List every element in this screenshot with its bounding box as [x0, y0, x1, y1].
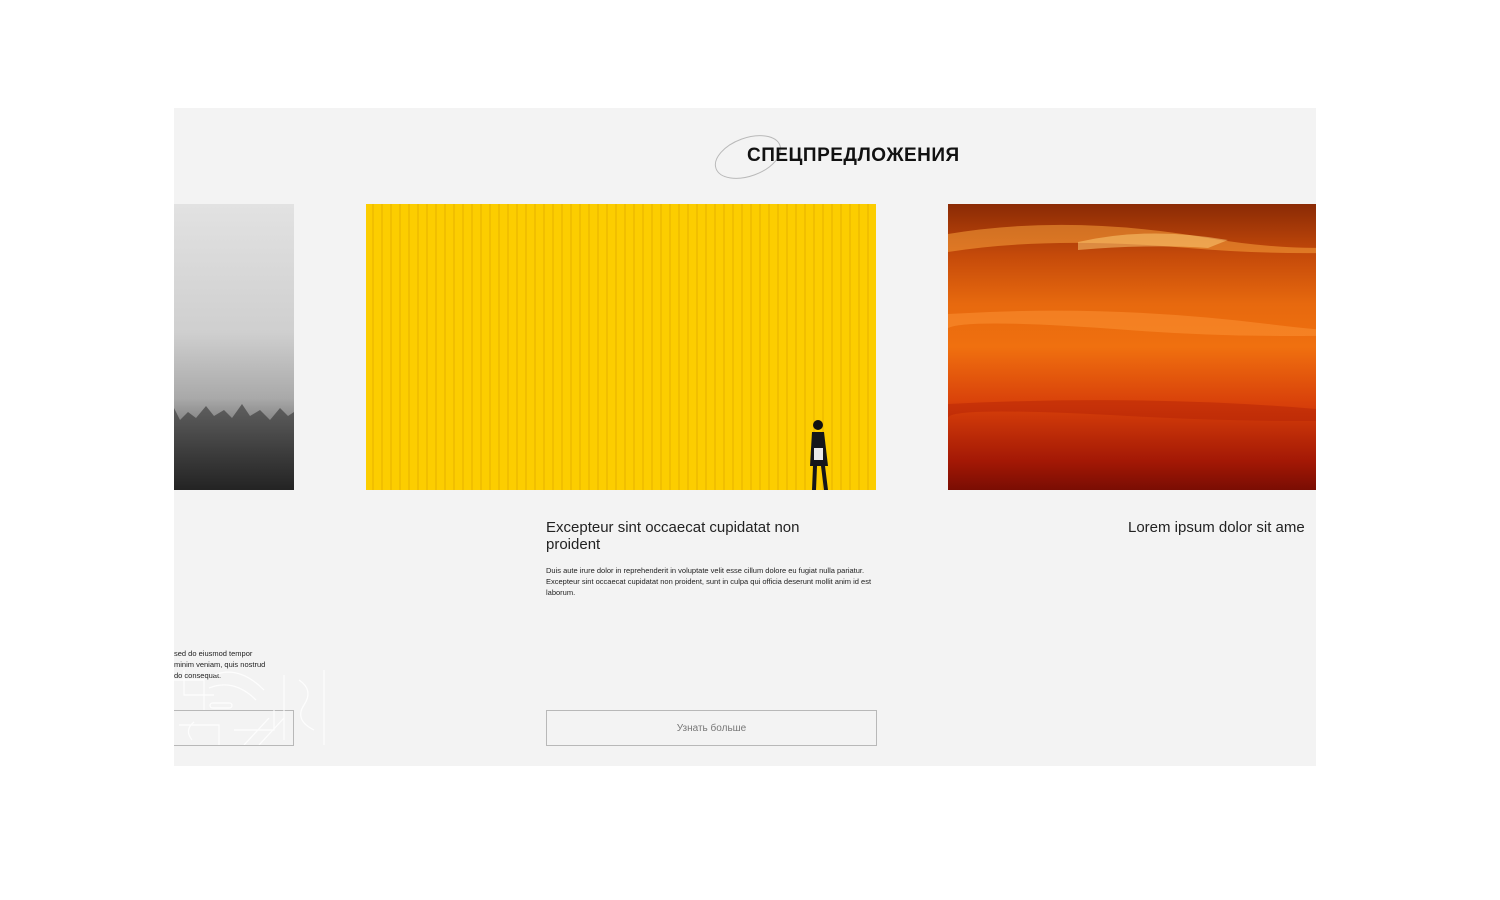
card-description: Duis aute irure dolor in reprehenderit i… — [546, 566, 872, 597]
section-header: СПЕЦПРЕДЛОЖЕНИЯ — [714, 134, 984, 184]
cloud-streaks — [948, 224, 1316, 421]
section-title: СПЕЦПРЕДЛОЖЕНИЯ — [747, 145, 960, 166]
yellow-wall-photo — [366, 204, 876, 490]
decorative-line-pattern — [174, 670, 325, 745]
learn-more-button[interactable]: Узнать больше — [546, 710, 877, 746]
card-title: Excepteur sint occaecat cupidatat non pr… — [546, 519, 800, 553]
special-offers-section: СПЕЦПРЕДЛОЖЕНИЯ sed do eiusmod tempor mi… — [174, 108, 1316, 766]
orange-sunset-sky-photo — [948, 204, 1316, 490]
wall-texture-with-person — [366, 204, 876, 490]
forest-silhouette — [174, 404, 294, 490]
card-title: Lorem ipsum dolor sit ame — [1128, 519, 1305, 536]
misty-forest-photo — [174, 204, 294, 490]
